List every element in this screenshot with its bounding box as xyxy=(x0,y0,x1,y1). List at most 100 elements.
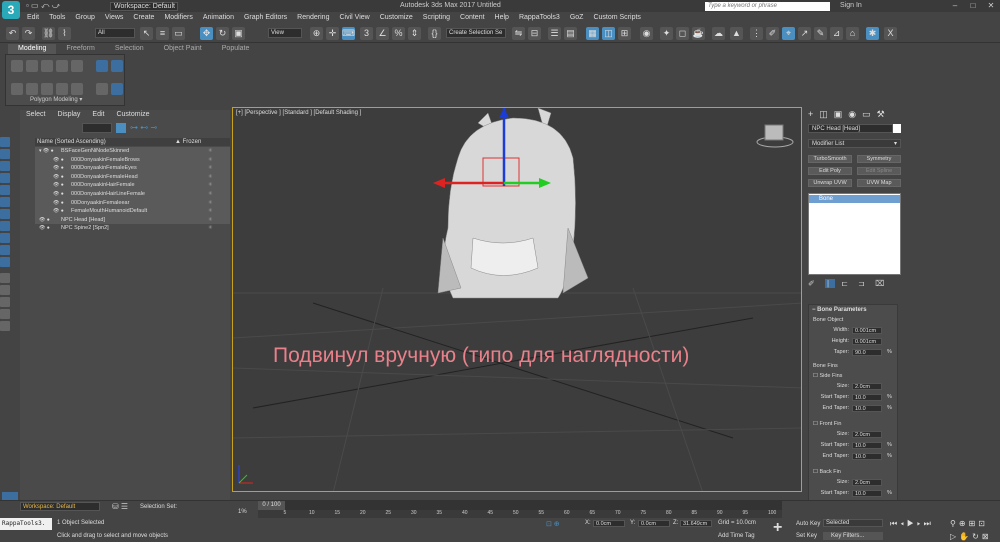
display-filter-icon[interactable] xyxy=(0,245,10,255)
freeze-icon[interactable]: ✳ xyxy=(208,173,213,182)
visibility-icon[interactable]: 👁 ● xyxy=(53,190,64,199)
freeze-icon[interactable]: ✳ xyxy=(208,164,213,173)
layer-explorer-icon[interactable]: ▤ xyxy=(564,27,577,40)
freeze-icon[interactable]: ✳ xyxy=(208,190,213,199)
add-time-tag-button[interactable]: Add Time Tag xyxy=(718,533,755,539)
explorer-menu-item[interactable]: Edit xyxy=(86,110,110,120)
column-frozen-header[interactable]: ▲ Frozen xyxy=(175,139,201,145)
app-logo-icon[interactable]: 3 xyxy=(2,1,20,19)
ribbon-tool-icon[interactable] xyxy=(111,60,123,72)
visibility-icon[interactable]: 👁 ● xyxy=(53,173,64,182)
tree-row[interactable]: 👁 ● FemaleMouthHumanoidDefault ✳ xyxy=(35,207,230,216)
menu-item[interactable]: Modifiers xyxy=(159,12,197,24)
stack-item-bone[interactable]: Bone xyxy=(809,195,900,203)
visibility-icon[interactable]: 👁 ● xyxy=(53,164,64,173)
object-name-field[interactable]: NPC Head [Head] xyxy=(808,124,893,133)
percent-snap-icon[interactable]: % xyxy=(392,27,405,40)
hierarchy-icons[interactable]: ⊶ ⊷ ⊸ xyxy=(130,123,157,132)
tool-icon-a[interactable]: ⊿ xyxy=(830,27,843,40)
explorer-find-input[interactable] xyxy=(82,123,112,133)
undo-icon[interactable]: ↶ xyxy=(6,27,19,40)
search-input[interactable]: Type a keyword or phrase xyxy=(705,2,830,11)
select-object-icon[interactable]: ↖ xyxy=(140,27,153,40)
select-move-icon[interactable]: ✥ xyxy=(200,27,213,40)
visibility-icon[interactable]: 👁 ● xyxy=(53,181,64,190)
display-filter-icon[interactable] xyxy=(0,233,10,243)
schematic-view-icon[interactable]: ⊞ xyxy=(618,27,631,40)
display-filter-icon[interactable] xyxy=(0,273,10,283)
reference-coord-dropdown[interactable]: View xyxy=(268,28,302,38)
material-editor-icon[interactable]: ◉ xyxy=(640,27,653,40)
display-filter-icon[interactable] xyxy=(0,209,10,219)
link-icon[interactable]: ⛓ xyxy=(42,27,55,40)
tree-row[interactable]: 👁 ● 00DonyaakinFemaleear ✳ xyxy=(35,198,230,208)
modifier-button[interactable]: Edit Spline xyxy=(857,167,901,175)
select-by-name-icon[interactable]: ≡ xyxy=(156,27,169,40)
playback-controls[interactable]: ⏮◂▶▸⏭ xyxy=(890,519,934,529)
front-fin-checkbox[interactable]: ☐ Front Fin xyxy=(813,421,841,427)
scene-explorer-icon[interactable]: ☰ xyxy=(548,27,561,40)
column-name-header[interactable]: Name (Sorted Ascending) xyxy=(37,139,106,145)
menu-item[interactable]: Content xyxy=(455,12,490,24)
tree-row[interactable]: 👁 ● 000DonyaakinFemaleEyes ✳ xyxy=(35,164,230,173)
modifier-button[interactable]: Unwrap UVW xyxy=(808,179,852,187)
visibility-icon[interactable]: 👁 ● xyxy=(39,224,50,233)
redo-icon[interactable]: ↷ xyxy=(22,27,35,40)
object-color-swatch[interactable] xyxy=(893,124,901,133)
stack-tools[interactable]: ✐ | ⊏ ⊐ ⌧ xyxy=(808,279,888,288)
keyboard-shortcut-icon[interactable]: ⌨ xyxy=(342,27,355,40)
display-filter-icon[interactable] xyxy=(0,285,10,295)
display-filter-icon[interactable] xyxy=(0,161,10,171)
add-key-icon[interactable]: + xyxy=(773,519,782,537)
freeze-icon[interactable]: ✳ xyxy=(208,207,213,216)
display-filter-icon[interactable] xyxy=(0,257,10,267)
explorer-menu-item[interactable]: Customize xyxy=(110,110,155,120)
filter-icon[interactable] xyxy=(116,123,126,133)
freeze-icon[interactable]: ✳ xyxy=(208,199,213,208)
freeze-icon[interactable]: ✳ xyxy=(208,156,213,165)
tree-row[interactable]: 👁 ● NPC Spine2 [Spn2] ✳ xyxy=(35,224,230,233)
selection-filter-dropdown[interactable]: All xyxy=(95,28,135,38)
back-start-taper-field[interactable]: 10.0 xyxy=(852,490,882,497)
select-rotate-icon[interactable]: ↻ xyxy=(216,27,229,40)
quick-access-icons[interactable]: ▫ ▭ ⤺ ⤻ xyxy=(26,1,60,11)
edit-named-selection-icon[interactable]: {} xyxy=(428,27,441,40)
front-size-field[interactable]: 2.0cm xyxy=(852,431,882,438)
mirror-icon[interactable]: ⇋ xyxy=(512,27,525,40)
menu-item[interactable]: Views xyxy=(100,12,129,24)
close-icon[interactable]: ✕ xyxy=(982,0,1000,11)
menu-item[interactable]: Animation xyxy=(198,12,239,24)
ribbon-tool-icon[interactable] xyxy=(26,83,38,95)
auto-key-button[interactable]: Auto Key xyxy=(796,521,820,527)
ribbon-tool-icon[interactable] xyxy=(71,60,83,72)
track-bar[interactable]: 5 10 15 20 25 30 35 40 45 50 55 60 65 70 75 80 85 90 95 100 xyxy=(258,510,782,518)
rect-selection-icon[interactable]: ▭ xyxy=(172,27,185,40)
time-slider-thumb[interactable]: 0 / 100 xyxy=(258,501,285,510)
xview-icon[interactable]: X xyxy=(884,27,897,40)
tree-row[interactable]: 👁 ● 000DonyaakinHairLineFemale ✳ xyxy=(35,189,230,199)
viewport-tool-icon[interactable]: ⌖ xyxy=(782,27,795,40)
spinner-snap-icon[interactable]: ⇕ xyxy=(408,27,421,40)
toolbar-grip-icon[interactable]: ⋮ xyxy=(750,27,763,40)
coord-mode-icons[interactable]: ⊡ ⊕ xyxy=(546,520,560,528)
tree-row[interactable]: 👁 ● NPC Head [Head] ✳ xyxy=(35,215,230,225)
modifier-stack[interactable]: Bone xyxy=(808,193,901,275)
display-filter-icon[interactable] xyxy=(0,197,10,207)
front-end-taper-field[interactable]: 10.0 xyxy=(852,453,882,460)
viewport-label[interactable]: [+] [Perspective ] [Standard ] [Default … xyxy=(236,110,361,116)
visibility-icon[interactable]: ▾ 👁 ● xyxy=(39,147,54,156)
menu-item[interactable]: Scripting xyxy=(418,12,455,24)
side-end-taper-field[interactable]: 10.0 xyxy=(852,405,882,412)
menu-item[interactable]: Group xyxy=(70,12,99,24)
time-slider[interactable]: 0 / 100 xyxy=(258,501,782,510)
ribbon-tool-icon[interactable] xyxy=(111,83,123,95)
ribbon-tool-icon[interactable] xyxy=(11,60,23,72)
layers-icon[interactable]: ⛁ ☰ xyxy=(112,502,128,511)
ribbon-tool-icon[interactable] xyxy=(11,83,23,95)
modifier-button[interactable]: Symmetry xyxy=(857,155,901,163)
menu-item[interactable]: Custom Scripts xyxy=(588,12,645,24)
render-icon[interactable]: ☕ xyxy=(692,27,705,40)
paint-tool-icon[interactable]: ✎ xyxy=(814,27,827,40)
graph-tool-icon[interactable]: ↗ xyxy=(798,27,811,40)
ribbon-panel-label[interactable]: Polygon Modeling ▾ xyxy=(30,96,82,103)
